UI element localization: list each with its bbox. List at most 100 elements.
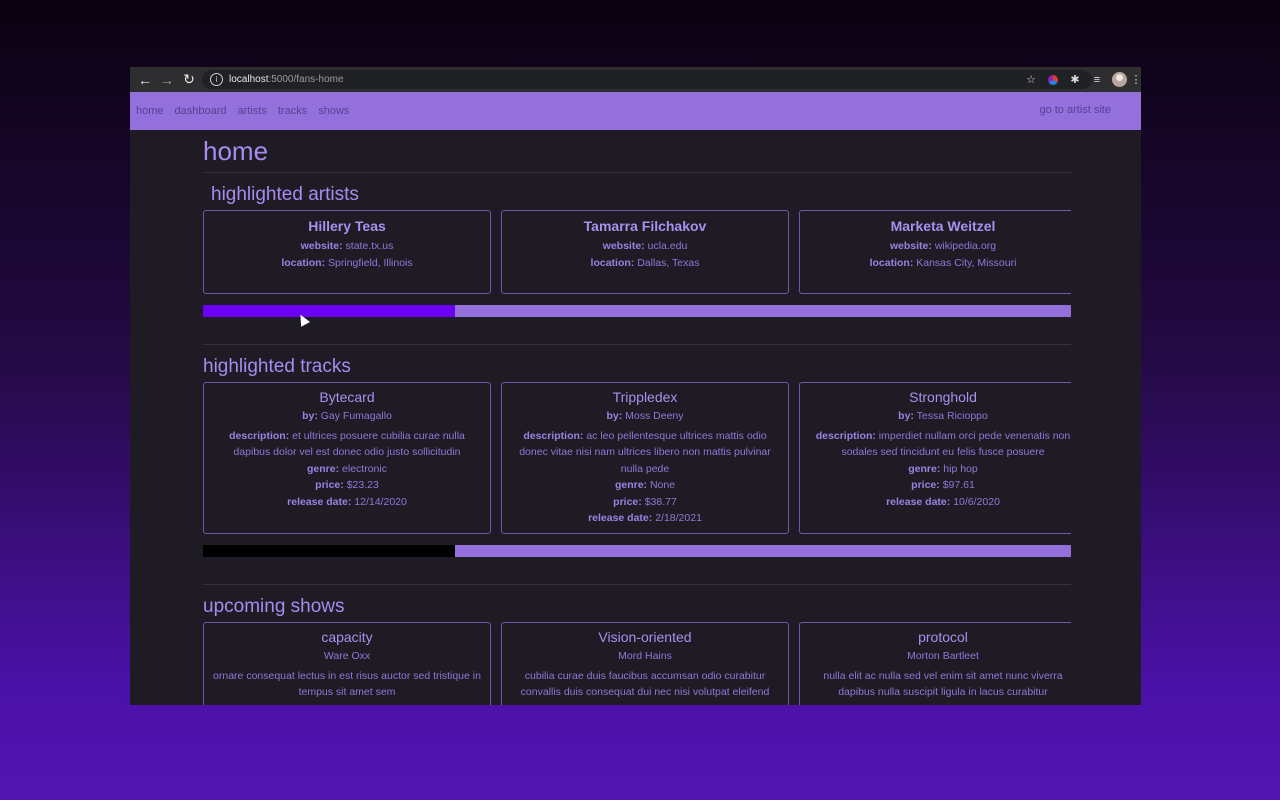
media-queue-icon[interactable]: ≡ xyxy=(1089,72,1105,88)
nav-link-tracks[interactable]: tracks xyxy=(278,105,307,117)
description-label: description: xyxy=(523,429,584,442)
track-artist: Moss Deeny xyxy=(625,410,684,422)
show-description: nulla elit ac nulla sed vel enim sit ame… xyxy=(823,669,1063,699)
site-info-icon[interactable]: i xyxy=(210,73,223,86)
description-label: description: xyxy=(229,429,290,442)
nav-link-dashboard[interactable]: dashboard xyxy=(175,105,227,117)
by-label: by: xyxy=(606,410,623,422)
artist-location: Kansas City, Missouri xyxy=(916,256,1017,269)
track-title: Stronghold xyxy=(909,389,977,405)
show-title: capacity xyxy=(321,629,373,645)
artists-carousel: Hillery Teas website: state.tx.us locati… xyxy=(203,210,1071,294)
main-content: home highlighted artists Hillery Teas we… xyxy=(203,130,1071,705)
divider xyxy=(203,172,1071,173)
bookmark-star-icon[interactable]: ☆ xyxy=(1023,72,1039,88)
show-artist: Morton Bartleet xyxy=(907,650,979,662)
genre-label: genre: xyxy=(307,462,340,475)
extensions-puzzle-icon[interactable]: ✱ xyxy=(1067,72,1083,88)
artist-site-link[interactable]: go to artist site xyxy=(1039,104,1111,116)
price-label: price: xyxy=(315,479,344,491)
url-host: localhost xyxy=(229,74,269,85)
show-description: cubilia curae duis faucibus accumsan odi… xyxy=(520,669,770,699)
track-card[interactable]: Stronghold by: Tessa Ricioppo descriptio… xyxy=(799,382,1071,534)
section-title-tracks: highlighted tracks xyxy=(203,356,351,377)
location-label: location: xyxy=(869,256,914,269)
track-title: Bytecard xyxy=(319,389,375,405)
site-navbar: home dashboard artists tracks shows go t… xyxy=(130,92,1141,130)
address-bar[interactable]: i localhost:5000/fans-home xyxy=(202,70,1092,89)
artist-name: Tamarra Filchakov xyxy=(583,218,707,234)
release-date-label: release date: xyxy=(287,495,352,508)
show-card[interactable]: capacity Ware Oxx ornare consequat lectu… xyxy=(203,622,491,705)
nav-link-home[interactable]: home xyxy=(136,105,164,117)
track-artist: Tessa Ricioppo xyxy=(916,410,988,422)
show-card[interactable]: protocol Morton Bartleet nulla elit ac n… xyxy=(799,622,1071,705)
extension-icon[interactable] xyxy=(1045,72,1061,88)
artists-scrollbar-thumb[interactable] xyxy=(203,305,455,317)
track-genre: electronic xyxy=(342,462,387,475)
shows-carousel: capacity Ware Oxx ornare consequat lectu… xyxy=(203,622,1071,705)
artist-card[interactable]: Tamarra Filchakov website: ucla.edu loca… xyxy=(501,210,789,294)
website-label: website: xyxy=(602,240,645,252)
artist-card[interactable]: Hillery Teas website: state.tx.us locati… xyxy=(203,210,491,294)
price-label: price: xyxy=(613,495,642,508)
by-label: by: xyxy=(898,410,914,422)
nav-link-shows[interactable]: shows xyxy=(318,105,349,117)
track-release-date: 10/6/2020 xyxy=(953,495,1000,508)
genre-label: genre: xyxy=(614,479,648,491)
tracks-scrollbar-thumb[interactable] xyxy=(203,545,455,557)
artist-website: wikipedia.org xyxy=(934,240,997,252)
track-title: Trippledex xyxy=(612,389,678,405)
tracks-scrollbar[interactable] xyxy=(203,545,1071,557)
location-label: location: xyxy=(590,256,635,269)
artist-name: Marketa Weitzel xyxy=(890,218,996,234)
release-date-label: release date: xyxy=(588,512,653,524)
artist-card[interactable]: Marketa Weitzel website: wikipedia.org l… xyxy=(799,210,1071,294)
artist-name: Hillery Teas xyxy=(308,218,386,234)
track-price: $97.61 xyxy=(942,479,975,491)
profile-avatar-icon[interactable] xyxy=(1111,72,1127,88)
show-description: ornare consequat lectus in est risus auc… xyxy=(213,669,481,699)
track-price: $38.77 xyxy=(644,495,677,508)
nav-link-artists[interactable]: artists xyxy=(238,105,267,117)
divider xyxy=(203,344,1071,345)
website-label: website: xyxy=(300,240,343,252)
show-artist: Mord Hains xyxy=(618,650,672,662)
track-artist: Gay Fumagallo xyxy=(320,410,392,422)
page-title: home xyxy=(203,136,269,166)
reload-icon[interactable]: ↻ xyxy=(178,69,200,91)
track-release-date: 12/14/2020 xyxy=(354,495,407,508)
artist-website: ucla.edu xyxy=(647,240,688,252)
show-title: Vision-oriented xyxy=(598,629,692,645)
description-label: description: xyxy=(815,429,876,442)
show-card[interactable]: Vision-oriented Mord Hains cubilia curae… xyxy=(501,622,789,705)
website-label: website: xyxy=(889,240,932,252)
browser-window: ← → ↻ i localhost:5000/fans-home ☆ ✱ ≡ ⋮… xyxy=(130,67,1141,705)
track-genre: hip hop xyxy=(943,462,978,475)
artists-scrollbar[interactable] xyxy=(203,305,1071,317)
track-card[interactable]: Trippledex by: Moss Deeny description: a… xyxy=(501,382,789,534)
genre-label: genre: xyxy=(908,462,941,475)
artist-location: Dallas, Texas xyxy=(637,256,700,269)
artist-website: state.tx.us xyxy=(345,240,394,252)
forward-icon[interactable]: → xyxy=(156,69,178,91)
artist-location: Springfield, Illinois xyxy=(328,256,413,269)
browser-toolbar: ← → ↻ i localhost:5000/fans-home ☆ ✱ ≡ ⋮ xyxy=(130,67,1141,92)
tracks-carousel: Bytecard by: Gay Fumagallo description: … xyxy=(203,382,1071,534)
section-title-artists: highlighted artists xyxy=(211,184,359,205)
release-date-label: release date: xyxy=(886,495,951,508)
section-title-shows: upcoming shows xyxy=(203,596,345,617)
track-price: $23.23 xyxy=(346,479,379,491)
url-path: :5000/fans-home xyxy=(268,74,344,85)
by-label: by: xyxy=(302,410,318,422)
track-genre: None xyxy=(649,479,676,491)
back-icon[interactable]: ← xyxy=(134,69,156,91)
location-label: location: xyxy=(281,256,326,269)
price-label: price: xyxy=(911,479,940,491)
track-description: imperdiet nullam orci pede venenatis non… xyxy=(841,429,1071,459)
menu-kebab-icon[interactable]: ⋮ xyxy=(1131,72,1142,88)
track-card[interactable]: Bytecard by: Gay Fumagallo description: … xyxy=(203,382,491,534)
show-title: protocol xyxy=(918,629,968,645)
divider xyxy=(203,584,1071,585)
track-release-date: 2/18/2021 xyxy=(655,512,702,524)
